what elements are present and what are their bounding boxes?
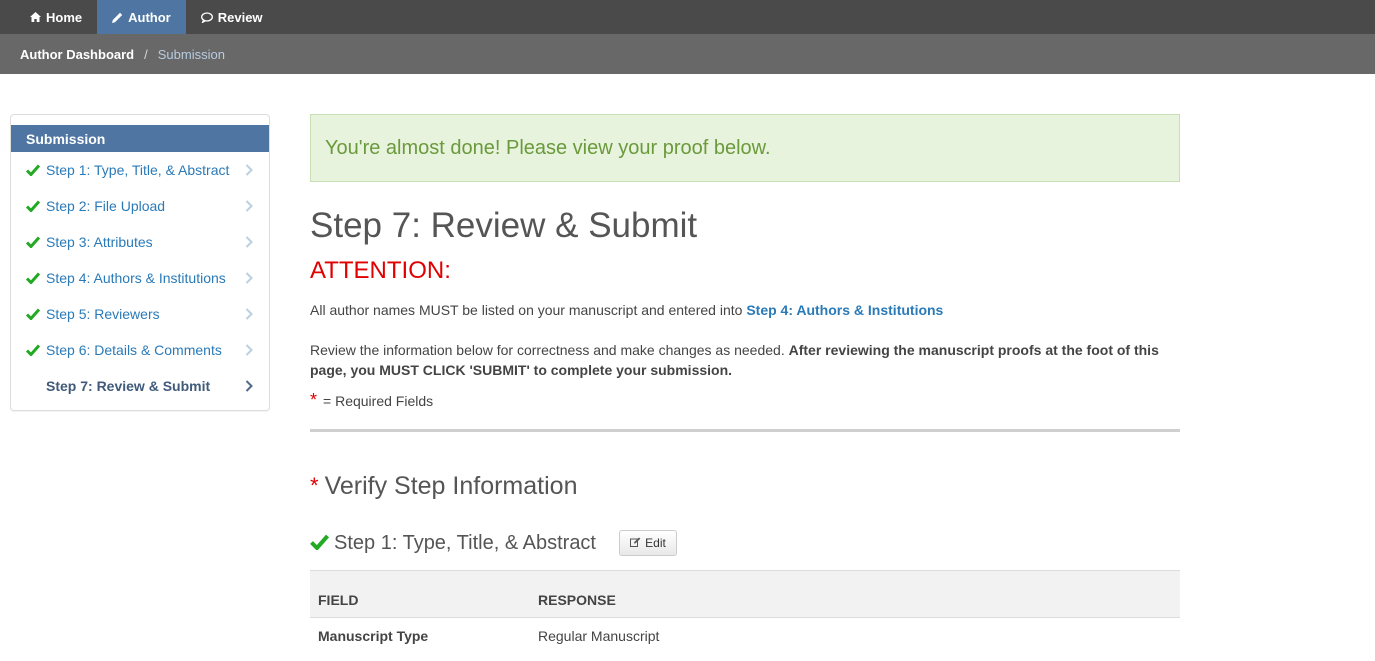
edit-button-label: Edit [645,536,666,550]
verify-heading: * Verify Step Information [310,470,1180,502]
edit-button[interactable]: Edit [619,530,677,556]
nav-home-label: Home [46,9,83,25]
sidebar-header: Submission [11,125,269,152]
required-fields-text: = Required Fields [323,392,434,409]
breadcrumb-author-dashboard[interactable]: Author Dashboard [20,47,134,62]
sidebar-item-step-6[interactable]: Step 6: Details & Comments [11,332,269,368]
alert-text: You're almost done! Please view your pro… [325,136,771,159]
sidebar-item-label: Step 4: Authors & Institutions [46,270,226,286]
sidebar-item-step-3[interactable]: Step 3: Attributes [11,224,269,260]
column-header-response: RESPONSE [538,592,616,608]
chevron-right-icon [245,200,255,212]
sidebar-item-step-4[interactable]: Step 4: Authors & Institutions [11,260,269,296]
step-1-title: Step 1: Type, Title, & Abstract [334,531,596,554]
check-icon [26,344,46,356]
review-instructions: Review the information below for correct… [310,340,1180,380]
step-4-link[interactable]: Step 4: Authors & Institutions [746,302,943,318]
required-star: * [310,473,319,498]
sidebar-item-step-5[interactable]: Step 5: Reviewers [11,296,269,332]
sidebar-item-label: Step 5: Reviewers [46,306,160,322]
check-icon [310,534,330,553]
top-navbar: Home Author Review [0,0,1375,34]
main-panel: You're almost done! Please view your pro… [310,114,1180,654]
section-divider [310,429,1180,432]
sidebar-item-step-1[interactable]: Step 1: Type, Title, & Abstract [11,152,269,188]
submission-sidebar: Submission Step 1: Type, Title, & Abstra… [10,114,270,411]
column-header-field: FIELD [318,592,359,608]
check-icon [26,200,46,212]
comment-icon [200,11,213,23]
chevron-right-icon [245,164,255,176]
breadcrumb-separator: / [144,46,148,62]
sidebar-item-label: Step 7: Review & Submit [46,378,211,394]
chevron-right-icon [245,344,255,356]
chevron-right-icon [245,380,255,392]
step-1-fields-table: FIELD RESPONSE Manuscript Type Regular M… [310,570,1180,654]
home-icon [30,12,41,22]
nav-review-label: Review [217,9,263,25]
nav-author[interactable]: Author [97,0,186,34]
nav-home[interactable]: Home [15,0,97,34]
success-alert: You're almost done! Please view your pro… [310,114,1180,182]
required-star: * [310,390,318,410]
check-icon [26,272,46,284]
step-1-summary-heading: Step 1: Type, Title, & Abstract Edit [310,527,1180,559]
author-names-notice: All author names MUST be listed on your … [310,300,1180,320]
table-header-row: FIELD RESPONSE [310,570,1180,618]
check-icon [26,164,46,176]
field-name: Manuscript Type [310,617,530,654]
pencil-icon [112,12,123,23]
table-row: Manuscript Type Regular Manuscript [310,617,1180,654]
sidebar-item-label: Step 3: Attributes [46,234,153,250]
field-response: Regular Manuscript [530,617,1180,654]
chevron-right-icon [245,308,255,320]
chevron-right-icon [245,236,255,248]
check-icon [26,236,46,248]
breadcrumb-current: Submission [157,46,225,62]
notice-text: All author names MUST be listed on your … [310,302,743,318]
nav-review[interactable]: Review [186,0,278,34]
review-instructions-text: Review the information below for correct… [310,342,785,358]
sidebar-item-label: Step 1: Type, Title, & Abstract [46,162,230,178]
page-title: Step 7: Review & Submit [310,206,698,245]
sidebar-item-step-7[interactable]: Step 7: Review & Submit [11,368,269,404]
check-icon [26,308,46,320]
chevron-right-icon [245,272,255,284]
edit-icon [630,536,641,550]
breadcrumb: Author Dashboard / Submission [0,34,1375,74]
required-fields-note: * = Required Fields [310,390,1180,411]
sidebar-item-label: Step 2: File Upload [46,198,166,214]
nav-author-label: Author [128,9,171,25]
sidebar-item-step-2[interactable]: Step 2: File Upload [11,188,269,224]
attention-heading: ATTENTION: [310,257,451,284]
sidebar-item-label: Step 6: Details & Comments [46,342,222,358]
verify-heading-text: Verify Step Information [324,472,578,500]
